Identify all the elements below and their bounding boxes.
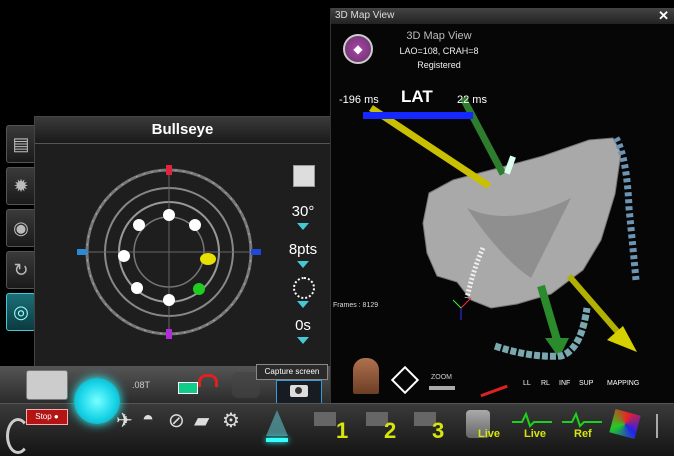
lat-label: LAT — [401, 87, 433, 106]
lat-color-bar — [363, 112, 473, 119]
lat-max-value: 22 ms — [457, 94, 487, 106]
point-8[interactable] — [133, 219, 145, 231]
clipboard-icon[interactable]: ▤ — [6, 125, 36, 163]
eye-icon[interactable]: ◉ — [6, 209, 36, 247]
sidebar-toggle-icon[interactable] — [656, 414, 674, 438]
frame-1-icon[interactable] — [314, 412, 336, 426]
rotate-icon[interactable]: ↻ — [6, 251, 36, 289]
view-mapping-button[interactable]: MAPPING — [607, 380, 639, 387]
lat-min-value: -196 ms — [339, 94, 379, 106]
point-5[interactable] — [163, 294, 175, 306]
map-header: 3D Map View LAO=108, CRAH=8 Registered — [389, 30, 489, 74]
axis-triad — [452, 297, 472, 320]
gear-icon[interactable]: ✹ — [6, 167, 36, 205]
zoom-label: ZOOM — [431, 374, 452, 381]
map-header-title: 3D Map View — [406, 30, 472, 42]
tool-label: .08T — [132, 380, 151, 390]
catheter-tool-icon[interactable]: ✈ — [116, 408, 133, 433]
points-value: 8pts — [288, 241, 318, 258]
ecg-live-icon[interactable] — [512, 410, 552, 430]
fluoro-cone-button[interactable] — [262, 410, 292, 444]
angle-down-icon[interactable] — [297, 223, 309, 230]
bullseye-mode-icon[interactable]: ◎ — [6, 293, 36, 331]
left-marker[interactable] — [77, 249, 87, 255]
stop-label: Stop — [35, 412, 52, 421]
patient-orientation-icon[interactable] — [353, 358, 379, 394]
time-value: 0s — [295, 317, 311, 334]
left-sidebar: ▤ ✹ ◉ ↻ ◎ — [6, 125, 36, 365]
bottom-marker[interactable] — [166, 329, 172, 339]
shoe-icon[interactable]: ▰ — [194, 408, 209, 433]
point-6[interactable] — [131, 282, 143, 294]
live-2-label[interactable]: Live — [524, 428, 546, 440]
anatomy-3d-viewport[interactable] — [331, 8, 674, 403]
point-1[interactable] — [163, 209, 175, 221]
bullseye-diagram[interactable] — [69, 157, 269, 347]
time-down-icon[interactable] — [297, 337, 309, 344]
point-7[interactable] — [118, 250, 130, 262]
stop-square-button[interactable] — [293, 165, 315, 187]
c-arm-icon[interactable] — [26, 370, 68, 400]
frames-counter: Frames : 8129 — [333, 302, 379, 309]
zoom-slider[interactable] — [429, 386, 455, 390]
frame-3-button[interactable]: 3 — [432, 418, 444, 444]
frame-2-button[interactable]: 2 — [384, 418, 396, 444]
settings-gear-icon[interactable]: ⚙ — [222, 408, 240, 433]
yellow-arrow-shaft[interactable] — [566, 274, 626, 340]
point-3[interactable] — [200, 253, 216, 265]
orientation-text: LAO=108, CRAH=8 — [399, 46, 479, 56]
point-2[interactable] — [189, 219, 201, 231]
no-entry-icon[interactable]: ⊘ — [168, 408, 185, 433]
view-ll-button[interactable]: LL — [523, 380, 531, 387]
frame-1-button[interactable]: 1 — [336, 418, 348, 444]
teal-catheter[interactable] — [493, 307, 591, 360]
style-down-icon[interactable] — [297, 301, 309, 308]
points-down-icon[interactable] — [297, 261, 309, 268]
map-logo-icon: ◆ — [343, 34, 373, 64]
view-sup-button[interactable]: SUP — [579, 380, 593, 387]
point-4[interactable] — [193, 283, 205, 295]
bullseye-panel: Bullseye 30° 8pts 0s — [34, 116, 331, 368]
bullseye-title: Bullseye — [35, 117, 330, 144]
dotted-circle-icon[interactable] — [293, 277, 315, 299]
top-marker[interactable] — [166, 165, 172, 175]
magnet-icon[interactable] — [176, 370, 218, 396]
ref-label[interactable]: Ref — [574, 428, 592, 440]
capture-screen-tooltip: Capture screen — [256, 364, 328, 380]
right-marker[interactable] — [251, 249, 261, 255]
activate-ring-button[interactable] — [74, 378, 120, 424]
registration-status: Registered — [417, 60, 461, 70]
map-view-panel: 3D Map View ✕ ◆ 3D Map View LAO=108, CRA… — [330, 8, 674, 403]
angle-value: 30° — [291, 203, 315, 220]
cap-icon[interactable]: ◓ — [142, 408, 154, 431]
stop-button[interactable]: Stop ● — [26, 409, 68, 425]
ecg-ref-icon[interactable] — [562, 410, 602, 430]
green-catheter[interactable] — [459, 96, 507, 176]
view-inf-button[interactable]: INF — [559, 380, 570, 387]
capture-screen-button[interactable] — [276, 380, 322, 404]
yellow-arrow-head[interactable] — [607, 326, 637, 352]
view-rl-button[interactable]: RL — [541, 380, 550, 387]
green-arrow-head[interactable] — [545, 338, 569, 358]
live-1-label[interactable]: Live — [478, 428, 500, 440]
